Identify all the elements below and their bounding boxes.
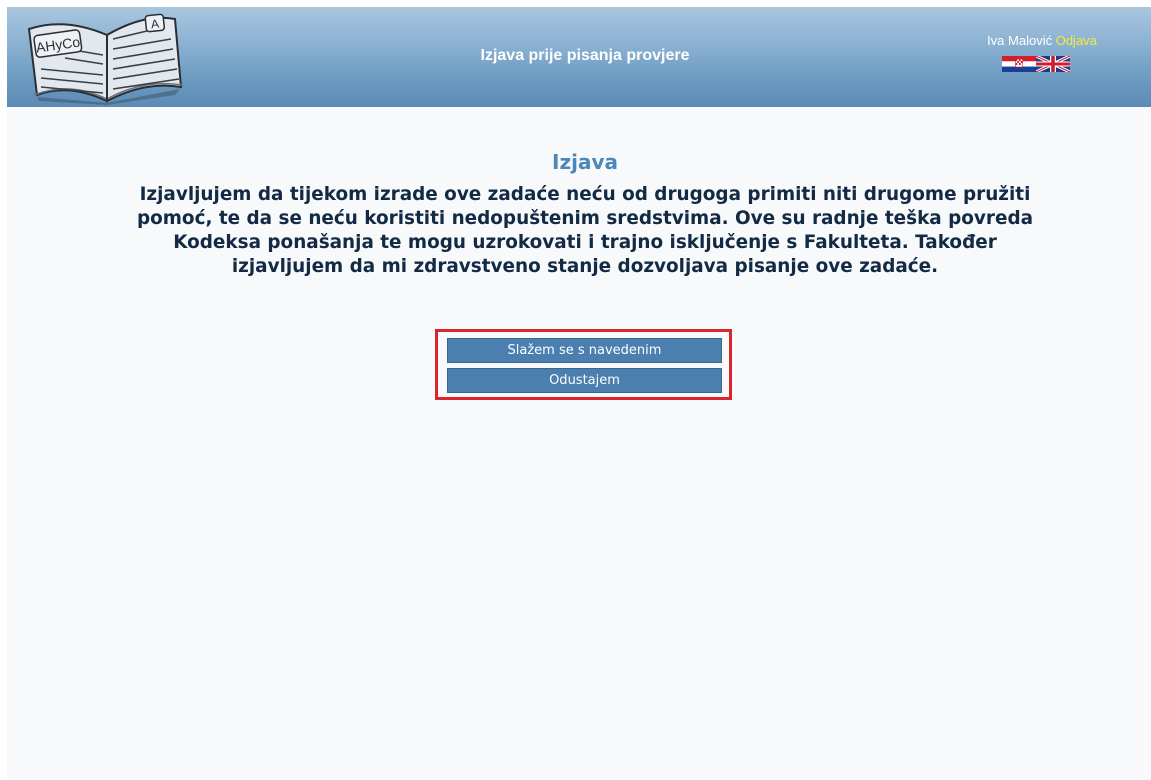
uk-flag-icon[interactable] <box>1036 56 1070 72</box>
user-area: Iva Malović Odjava <box>957 33 1127 48</box>
page-frame: AHyCo A Izjava prije pisanja provjere Iv… <box>7 7 1151 780</box>
language-flags <box>1002 56 1070 72</box>
header-bar: AHyCo A Izjava prije pisanja provjere Iv… <box>7 7 1151 107</box>
hr-flag-icon[interactable] <box>1002 56 1036 72</box>
statement-text: Izjavljujem da tijekom izrade ove zadaće… <box>136 184 1034 277</box>
agree-button[interactable]: Slažem se s navedenim <box>447 338 722 363</box>
user-name: Iva Malović <box>987 33 1053 48</box>
header-title: Izjava prije pisanja provjere <box>480 47 690 64</box>
logout-link[interactable]: Odjava <box>1056 33 1097 48</box>
page-title: Izjava <box>552 150 618 174</box>
logo-tab-text: A <box>150 17 159 32</box>
cancel-button[interactable]: Odustajem <box>447 368 722 393</box>
